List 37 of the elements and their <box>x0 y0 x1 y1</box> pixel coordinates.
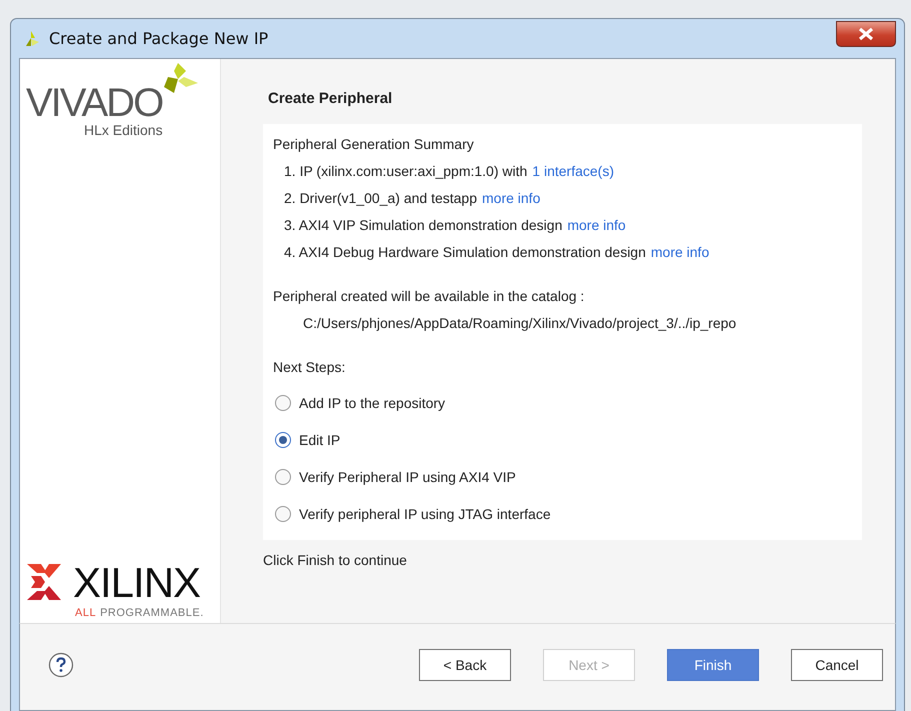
product-name: VIVADO <box>26 81 162 125</box>
summary-item: 1. IP (xilinx.com:user:axi_ppm:1.0) with <box>284 162 528 181</box>
app-logo-icon <box>23 30 41 48</box>
catalog-note: Peripheral created will be available in the catalog : <box>273 287 586 306</box>
radio-button[interactable] <box>275 468 291 484</box>
page-heading: Create Peripheral <box>268 90 394 109</box>
radio-button[interactable] <box>275 394 291 410</box>
next-steps-label: Next Steps: <box>273 358 346 377</box>
tagline: PROGRAMMABLE. <box>100 607 204 619</box>
radio-button[interactable] <box>275 506 291 522</box>
company-name: XILINX <box>73 559 200 607</box>
summary-title: Peripheral Generation Summary <box>273 135 475 154</box>
footer-note: Click Finish to continue <box>263 552 408 568</box>
summary-item: 4. AXI4 Debug Hardware Simulation demonstration design <box>284 243 646 262</box>
xilinx-logo-icon <box>27 564 61 602</box>
edition-label: HLx Editions <box>84 122 164 138</box>
info-link[interactable]: more info <box>482 188 540 215</box>
info-link[interactable]: more info <box>567 215 626 242</box>
close-icon <box>857 26 875 40</box>
close-button[interactable] <box>836 20 896 46</box>
option-label[interactable]: Add IP to the repository <box>299 394 446 410</box>
option-label[interactable]: Edit IP <box>299 432 340 448</box>
wizard-button[interactable]: Cancel <box>791 649 883 681</box>
summary-item: 3. AXI4 VIP Simulation demonstration design <box>284 216 562 235</box>
summary-item: 2. Driver(v1_00_a) and testapp <box>284 189 477 208</box>
wizard-button[interactable]: Finish <box>667 649 759 681</box>
help-icon[interactable] <box>48 652 74 678</box>
wizard-button: Next > <box>543 649 635 681</box>
catalog-path: C:/Users/phjones/AppData/Roaming/Xilinx/Vivado/project_3/../ip_repo <box>302 314 738 333</box>
option-label[interactable]: Verify peripheral IP using JTAG interface <box>299 506 551 522</box>
option-label[interactable]: Verify Peripheral IP using AXI4 VIP <box>299 468 516 484</box>
radio-button[interactable] <box>275 432 291 448</box>
tagline-accent: ALL <box>75 607 96 619</box>
window-title: Create and Package New IP <box>49 29 270 48</box>
info-link[interactable]: more info <box>650 242 710 269</box>
wizard-button[interactable]: < Back <box>419 649 511 681</box>
info-link[interactable]: 1 interface(s) <box>532 161 614 188</box>
